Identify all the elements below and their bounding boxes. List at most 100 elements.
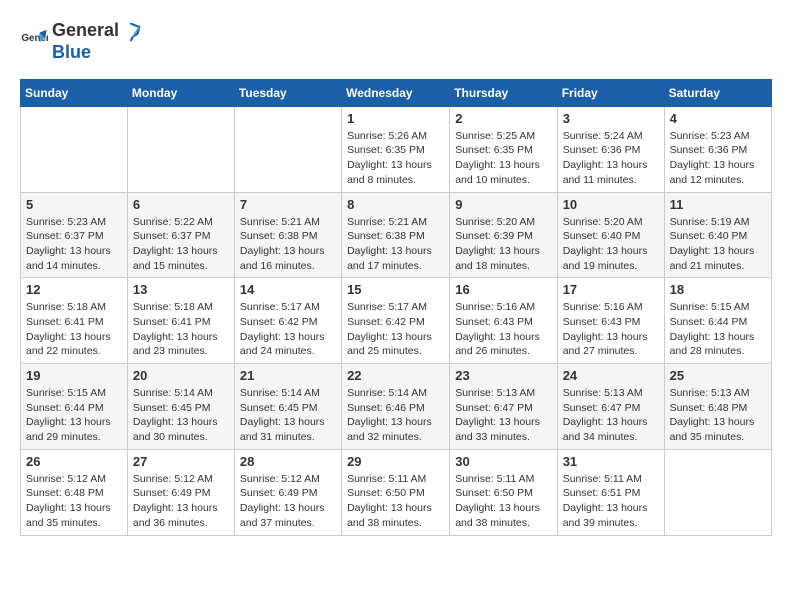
day-number-31: 31 [563, 454, 659, 469]
empty-cell [234, 106, 341, 192]
day-cell-16: 16 Sunrise: 5:16 AM Sunset: 6:43 PM Dayli… [450, 278, 557, 364]
day-info-1: Sunrise: 5:26 AM Sunset: 6:35 PM Dayligh… [347, 129, 444, 188]
day-cell-19: 19 Sunrise: 5:15 AM Sunset: 6:44 PM Dayli… [21, 364, 128, 450]
day-cell-6: 6 Sunrise: 5:22 AM Sunset: 6:37 PM Daylig… [127, 192, 234, 278]
day-info-12: Sunrise: 5:18 AM Sunset: 6:41 PM Dayligh… [26, 300, 122, 359]
day-cell-20: 20 Sunrise: 5:14 AM Sunset: 6:45 PM Dayli… [127, 364, 234, 450]
day-number-3: 3 [563, 111, 659, 126]
day-cell-8: 8Sunrise: 5:21 AM Sunset: 6:38 PM Daylig… [342, 192, 450, 278]
day-info-11: Sunrise: 5:19 AM Sunset: 6:40 PM Dayligh… [670, 215, 766, 274]
day-info-27: Sunrise: 5:12 AM Sunset: 6:49 PM Dayligh… [133, 472, 229, 531]
day-number-5: 5 [26, 197, 122, 212]
day-info-21: Sunrise: 5:14 AM Sunset: 6:45 PM Dayligh… [240, 386, 336, 445]
day-cell-18: 18 Sunrise: 5:15 AM Sunset: 6:44 PM Dayli… [664, 278, 771, 364]
day-info-17: Sunrise: 5:16 AM Sunset: 6:43 PM Dayligh… [563, 300, 659, 359]
day-number-13: 13 [133, 282, 229, 297]
week-row-4: 19 Sunrise: 5:15 AM Sunset: 6:44 PM Dayli… [21, 364, 772, 450]
day-number-6: 6 [133, 197, 229, 212]
day-info-31: Sunrise: 5:11 AM Sunset: 6:51 PM Dayligh… [563, 472, 659, 531]
day-number-16: 16 [455, 282, 551, 297]
day-number-7: 7 [240, 197, 336, 212]
day-info-6: Sunrise: 5:22 AM Sunset: 6:37 PM Dayligh… [133, 215, 229, 274]
day-cell-26: 26Sunrise: 5:12 AM Sunset: 6:48 PM Dayli… [21, 449, 128, 535]
day-cell-3: 3 Sunrise: 5:24 AM Sunset: 6:36 PM Daylig… [557, 106, 664, 192]
day-cell-9: 9 Sunrise: 5:20 AM Sunset: 6:39 PM Daylig… [450, 192, 557, 278]
day-number-9: 9 [455, 197, 551, 212]
weekday-header-tuesday: Tuesday [234, 79, 341, 106]
day-number-12: 12 [26, 282, 122, 297]
day-info-28: Sunrise: 5:12 AM Sunset: 6:49 PM Dayligh… [240, 472, 336, 531]
day-number-19: 19 [26, 368, 122, 383]
day-info-10: Sunrise: 5:20 AM Sunset: 6:40 PM Dayligh… [563, 215, 659, 274]
day-info-14: Sunrise: 5:17 AM Sunset: 6:42 PM Dayligh… [240, 300, 336, 359]
day-info-16: Sunrise: 5:16 AM Sunset: 6:43 PM Dayligh… [455, 300, 551, 359]
page-header: General General Blue [20, 20, 772, 63]
empty-cell [127, 106, 234, 192]
day-cell-23: 23 Sunrise: 5:13 AM Sunset: 6:47 PM Dayli… [450, 364, 557, 450]
week-row-3: 12 Sunrise: 5:18 AM Sunset: 6:41 PM Dayli… [21, 278, 772, 364]
day-cell-27: 27 Sunrise: 5:12 AM Sunset: 6:49 PM Dayli… [127, 449, 234, 535]
day-number-11: 11 [670, 197, 766, 212]
day-info-23: Sunrise: 5:13 AM Sunset: 6:47 PM Dayligh… [455, 386, 551, 445]
day-number-27: 27 [133, 454, 229, 469]
day-number-30: 30 [455, 454, 551, 469]
day-info-2: Sunrise: 5:25 AM Sunset: 6:35 PM Dayligh… [455, 129, 551, 188]
day-number-2: 2 [455, 111, 551, 126]
day-cell-31: 31 Sunrise: 5:11 AM Sunset: 6:51 PM Dayli… [557, 449, 664, 535]
empty-cell [664, 449, 771, 535]
day-info-25: Sunrise: 5:13 AM Sunset: 6:48 PM Dayligh… [670, 386, 766, 445]
weekday-header-monday: Monday [127, 79, 234, 106]
day-info-3: Sunrise: 5:24 AM Sunset: 6:36 PM Dayligh… [563, 129, 659, 188]
weekday-header-saturday: Saturday [664, 79, 771, 106]
weekday-header-friday: Friday [557, 79, 664, 106]
day-cell-22: 22 Sunrise: 5:14 AM Sunset: 6:46 PM Dayli… [342, 364, 450, 450]
day-info-19: Sunrise: 5:15 AM Sunset: 6:44 PM Dayligh… [26, 386, 122, 445]
day-number-22: 22 [347, 368, 444, 383]
day-cell-28: 28 Sunrise: 5:12 AM Sunset: 6:49 PM Dayli… [234, 449, 341, 535]
day-cell-13: 13Sunrise: 5:18 AM Sunset: 6:41 PM Dayli… [127, 278, 234, 364]
day-cell-30: 30 Sunrise: 5:11 AM Sunset: 6:50 PM Dayli… [450, 449, 557, 535]
day-cell-11: 11 Sunrise: 5:19 AM Sunset: 6:40 PM Dayli… [664, 192, 771, 278]
day-number-23: 23 [455, 368, 551, 383]
logo-blue-text: Blue [52, 42, 91, 62]
day-number-15: 15 [347, 282, 444, 297]
day-number-10: 10 [563, 197, 659, 212]
day-number-14: 14 [240, 282, 336, 297]
weekday-header-wednesday: Wednesday [342, 79, 450, 106]
weekday-header-thursday: Thursday [450, 79, 557, 106]
day-info-20: Sunrise: 5:14 AM Sunset: 6:45 PM Dayligh… [133, 386, 229, 445]
day-cell-10: 10 Sunrise: 5:20 AM Sunset: 6:40 PM Dayli… [557, 192, 664, 278]
day-info-30: Sunrise: 5:11 AM Sunset: 6:50 PM Dayligh… [455, 472, 551, 531]
empty-cell [21, 106, 128, 192]
day-info-24: Sunrise: 5:13 AM Sunset: 6:47 PM Dayligh… [563, 386, 659, 445]
day-info-22: Sunrise: 5:14 AM Sunset: 6:46 PM Dayligh… [347, 386, 444, 445]
day-number-28: 28 [240, 454, 336, 469]
day-number-24: 24 [563, 368, 659, 383]
day-info-18: Sunrise: 5:15 AM Sunset: 6:44 PM Dayligh… [670, 300, 766, 359]
weekday-header-row: SundayMondayTuesdayWednesdayThursdayFrid… [21, 79, 772, 106]
day-info-26: Sunrise: 5:12 AM Sunset: 6:48 PM Dayligh… [26, 472, 122, 531]
logo-general-text: General [52, 20, 119, 40]
day-cell-7: 7Sunrise: 5:21 AM Sunset: 6:38 PM Daylig… [234, 192, 341, 278]
day-cell-4: 4Sunrise: 5:23 AM Sunset: 6:36 PM Daylig… [664, 106, 771, 192]
week-row-2: 5 Sunrise: 5:23 AM Sunset: 6:37 PM Daylig… [21, 192, 772, 278]
day-number-25: 25 [670, 368, 766, 383]
day-cell-14: 14 Sunrise: 5:17 AM Sunset: 6:42 PM Dayli… [234, 278, 341, 364]
day-cell-25: 25 Sunrise: 5:13 AM Sunset: 6:48 PM Dayli… [664, 364, 771, 450]
day-number-17: 17 [563, 282, 659, 297]
day-cell-21: 21Sunrise: 5:14 AM Sunset: 6:45 PM Dayli… [234, 364, 341, 450]
day-cell-17: 17 Sunrise: 5:16 AM Sunset: 6:43 PM Dayli… [557, 278, 664, 364]
day-cell-15: 15Sunrise: 5:17 AM Sunset: 6:42 PM Dayli… [342, 278, 450, 364]
day-number-20: 20 [133, 368, 229, 383]
logo-swoosh [121, 22, 141, 42]
day-info-9: Sunrise: 5:20 AM Sunset: 6:39 PM Dayligh… [455, 215, 551, 274]
day-number-8: 8 [347, 197, 444, 212]
weekday-header-sunday: Sunday [21, 79, 128, 106]
day-cell-24: 24 Sunrise: 5:13 AM Sunset: 6:47 PM Dayli… [557, 364, 664, 450]
day-cell-1: 1Sunrise: 5:26 AM Sunset: 6:35 PM Daylig… [342, 106, 450, 192]
day-info-29: Sunrise: 5:11 AM Sunset: 6:50 PM Dayligh… [347, 472, 444, 531]
day-info-5: Sunrise: 5:23 AM Sunset: 6:37 PM Dayligh… [26, 215, 122, 274]
logo: General General Blue [20, 20, 143, 63]
week-row-1: 1Sunrise: 5:26 AM Sunset: 6:35 PM Daylig… [21, 106, 772, 192]
day-number-18: 18 [670, 282, 766, 297]
